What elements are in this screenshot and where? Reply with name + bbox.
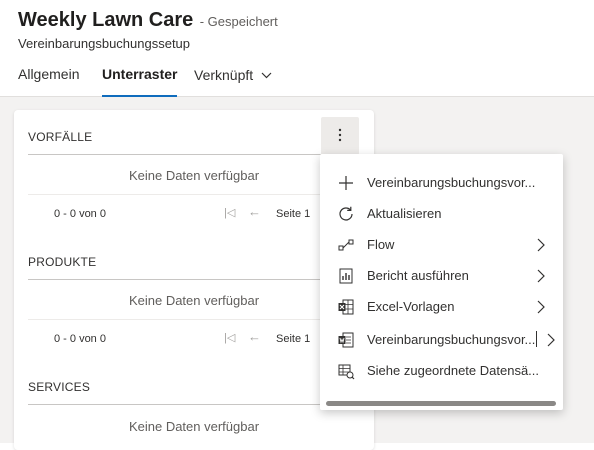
- empty-message: Keine Daten verfügbar: [128, 419, 260, 434]
- flow-icon: [337, 236, 355, 254]
- chevron-right-icon: [536, 269, 546, 283]
- section-title-services: SERVICES: [28, 380, 91, 394]
- chevron-right-icon: [536, 300, 546, 314]
- page-label: Seite 1: [276, 333, 311, 345]
- chevron-right-icon: [536, 238, 546, 252]
- previous-page-icon[interactable]: ←: [248, 204, 261, 219]
- section-title-produkte: PRODUKTE: [28, 255, 97, 269]
- tab-label: Unterraster: [102, 66, 178, 82]
- horizontal-scrollbar[interactable]: [326, 401, 556, 406]
- associated-records-icon: [337, 362, 355, 380]
- record-title: Weekly Lawn Care: [18, 9, 194, 31]
- previous-page-icon[interactable]: ←: [248, 329, 261, 344]
- form-subtitle: Vereinbarungsbuchungssetup: [18, 36, 191, 51]
- section-divider: [28, 404, 360, 405]
- grid-divider: [28, 319, 360, 320]
- tab-allgemein[interactable]: Allgemein: [18, 66, 79, 97]
- tab-label: Allgemein: [18, 66, 80, 82]
- tab-label: Verknüpft: [194, 67, 254, 83]
- record-count: 0 - 0 von 0: [54, 208, 106, 220]
- menu-item-word-templates[interactable]: Vereinbarungsbuchungsvor...: [320, 324, 563, 355]
- menu-item-excel-templates[interactable]: Excel-Vorlagen: [320, 291, 563, 322]
- first-page-icon[interactable]: |◁: [224, 206, 235, 219]
- excel-icon: [337, 298, 355, 316]
- split-button-divider: [536, 331, 537, 347]
- menu-item-label: Aktualisieren: [367, 206, 442, 221]
- menu-item-new-agreement-booking[interactable]: Vereinbarungsbuchungsvor...: [320, 167, 563, 198]
- menu-item-label: Vereinbarungsbuchungsvor...: [367, 175, 536, 190]
- refresh-icon: [337, 205, 355, 223]
- menu-item-run-report[interactable]: Bericht ausführen: [320, 260, 563, 291]
- section-title-vorfaelle: VORFÄLLE: [28, 130, 93, 144]
- tab-verknuepft[interactable]: Verknüpft: [194, 66, 272, 97]
- empty-message: Keine Daten verfügbar: [128, 293, 260, 308]
- word-template-icon: [337, 331, 355, 349]
- grid-divider: [28, 194, 360, 195]
- overflow-menu: Vereinbarungsbuchungsvor... Aktualisiere…: [320, 154, 563, 410]
- section-divider: [28, 279, 360, 280]
- plus-icon: [337, 174, 355, 192]
- save-status: - Gespeichert: [199, 14, 278, 29]
- tab-unterraster[interactable]: Unterraster: [102, 66, 178, 97]
- section-divider: [28, 154, 360, 155]
- menu-item-label: Flow: [367, 237, 395, 252]
- menu-item-label: Vereinbarungsbuchungsvor...: [367, 332, 536, 347]
- empty-message: Keine Daten verfügbar: [128, 168, 260, 183]
- more-vertical-icon: [338, 128, 342, 141]
- chevron-right-icon[interactable]: [546, 333, 556, 347]
- menu-item-label: Bericht ausführen: [367, 268, 469, 283]
- first-page-icon[interactable]: |◁: [224, 331, 235, 344]
- more-commands-button[interactable]: [321, 117, 359, 155]
- menu-item-flow[interactable]: Flow: [320, 229, 563, 260]
- menu-item-label: Siehe zugeordnete Datensä...: [367, 363, 540, 378]
- menu-item-refresh[interactable]: Aktualisieren: [320, 198, 563, 229]
- menu-item-associated-records[interactable]: Siehe zugeordnete Datensä...: [320, 355, 563, 386]
- form-header: Weekly Lawn Care - Gespeichert Vereinbar…: [0, 0, 594, 97]
- record-count: 0 - 0 von 0: [54, 333, 106, 345]
- chevron-down-icon: [261, 66, 272, 82]
- title-row: Weekly Lawn Care - Gespeichert: [18, 9, 278, 32]
- page-label: Seite 1: [276, 208, 311, 220]
- menu-item-label: Excel-Vorlagen: [367, 299, 455, 314]
- report-icon: [337, 267, 355, 285]
